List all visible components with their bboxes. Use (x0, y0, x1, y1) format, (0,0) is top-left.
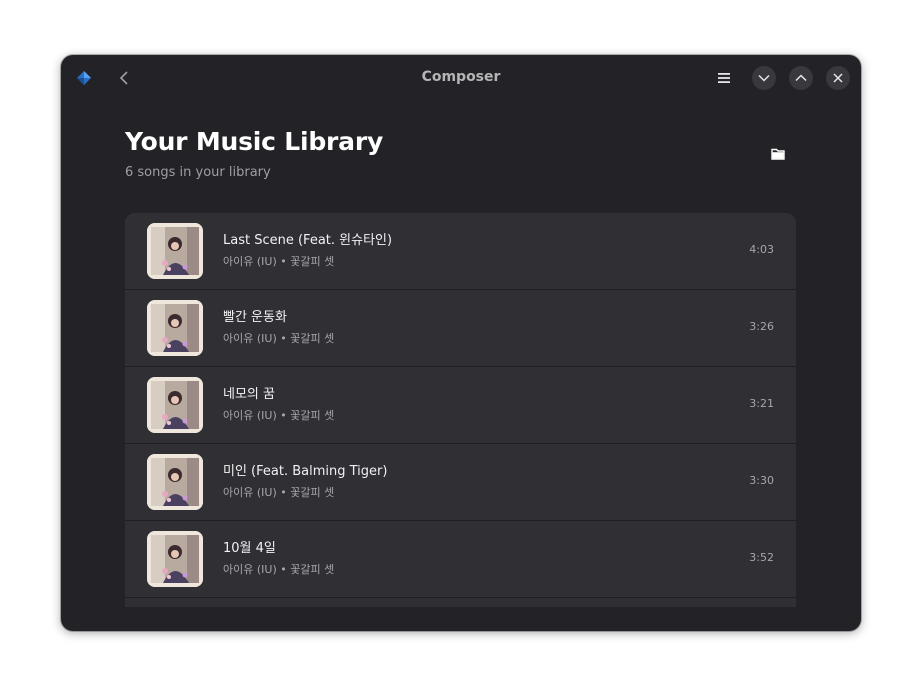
song-duration: 3:52 (749, 551, 774, 564)
title-bar: Composer (61, 55, 861, 101)
song-artist: 아이유 (IU) (223, 486, 277, 499)
song-meta: 아이유 (IU) • 꽃갈피 셋 (223, 563, 335, 576)
chevron-down-icon (758, 74, 770, 82)
song-album: 꽃갈피 셋 (290, 332, 335, 345)
song-duration: 3:30 (749, 474, 774, 487)
song-list: Last Scene (Feat. 윈슈타인) 아이유 (IU) • 꽃갈피 셋… (125, 213, 796, 607)
song-duration: 3:26 (749, 320, 774, 333)
maximize-button[interactable] (789, 66, 813, 90)
song-artist: 아이유 (IU) (223, 409, 277, 422)
song-duration: 4:03 (749, 243, 774, 256)
song-artist: 아이유 (IU) (223, 255, 277, 268)
chevron-up-icon (795, 74, 807, 82)
close-button[interactable] (826, 66, 850, 90)
song-row[interactable]: 10월 4일 아이유 (IU) • 꽃갈피 셋 3:52 (125, 521, 796, 598)
page-title: Your Music Library (125, 127, 384, 156)
folder-icon (771, 148, 785, 160)
song-row[interactable]: Last Scene (Feat. 윈슈타인) 아이유 (IU) • 꽃갈피 셋… (125, 213, 796, 290)
song-album: 꽃갈피 셋 (290, 563, 335, 576)
song-row-partial[interactable] (125, 598, 796, 607)
back-button[interactable] (113, 67, 135, 89)
app-window: Composer Your Music Library 6 songs in y… (61, 55, 861, 631)
song-meta: 아이유 (IU) • 꽃갈피 셋 (223, 332, 335, 345)
song-count-subtitle: 6 songs in your library (125, 165, 271, 180)
open-folder-button[interactable] (768, 145, 788, 163)
close-icon (833, 73, 843, 83)
main-menu-button[interactable] (713, 67, 735, 89)
song-album: 꽃갈피 셋 (290, 255, 335, 268)
song-row[interactable]: 미인 (Feat. Balming Tiger) 아이유 (IU) • 꽃갈피 … (125, 444, 796, 521)
composer-app-icon (77, 71, 91, 85)
song-album: 꽃갈피 셋 (290, 409, 335, 422)
song-title: 빨간 운동화 (223, 310, 287, 325)
song-meta: 아이유 (IU) • 꽃갈피 셋 (223, 409, 335, 422)
chevron-left-icon (119, 71, 128, 85)
hamburger-menu-icon (718, 73, 730, 83)
song-artist: 아이유 (IU) (223, 332, 277, 345)
song-row[interactable]: 빨간 운동화 아이유 (IU) • 꽃갈피 셋 3:26 (125, 290, 796, 367)
song-title: 미인 (Feat. Balming Tiger) (223, 464, 388, 479)
song-title: 10월 4일 (223, 541, 276, 556)
song-meta: 아이유 (IU) • 꽃갈피 셋 (223, 255, 335, 268)
song-album: 꽃갈피 셋 (290, 486, 335, 499)
minimize-button[interactable] (752, 66, 776, 90)
window-title: Composer (421, 69, 501, 85)
song-meta: 아이유 (IU) • 꽃갈피 셋 (223, 486, 335, 499)
album-art (147, 377, 203, 433)
album-art (147, 454, 203, 510)
song-title: Last Scene (Feat. 윈슈타인) (223, 233, 393, 248)
album-art (147, 223, 203, 279)
song-artist: 아이유 (IU) (223, 563, 277, 576)
album-art (147, 531, 203, 587)
song-row[interactable]: 네모의 꿈 아이유 (IU) • 꽃갈피 셋 3:21 (125, 367, 796, 444)
song-title: 네모의 꿈 (223, 387, 275, 402)
song-duration: 3:21 (749, 397, 774, 410)
album-art (147, 300, 203, 356)
